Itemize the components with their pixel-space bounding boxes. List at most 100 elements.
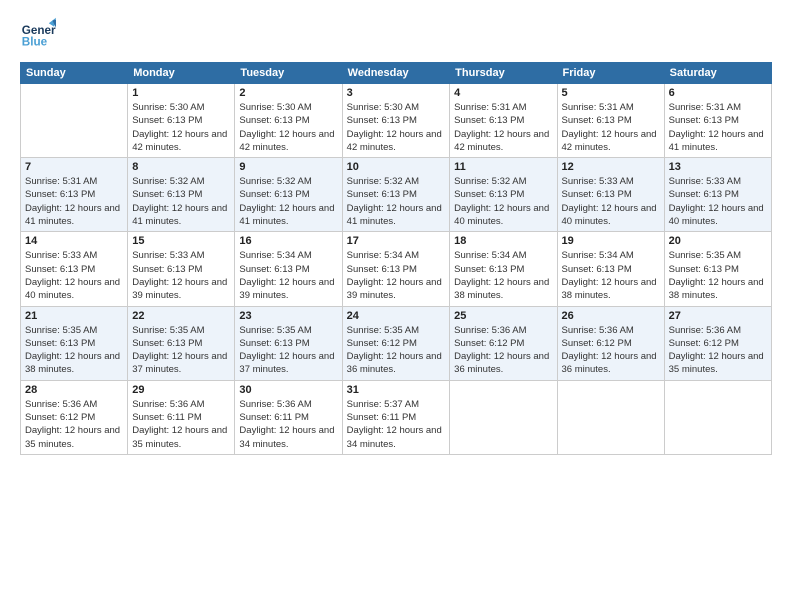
calendar-cell: 9Sunrise: 5:32 AM Sunset: 6:13 PM Daylig… [235, 158, 342, 232]
calendar-cell: 10 Sunrise: 5:32 AM Sunset: 6:13 PM Dayli… [342, 158, 450, 232]
day-number: 31 [347, 384, 446, 396]
day-detail: Sunrise: 5:34 AM Sunset: 6:13 PM Dayligh… [239, 249, 337, 302]
day-detail: Sunrise: 5:31 AM Sunset: 6:13 PM Dayligh… [454, 101, 552, 154]
day-number: 24 [347, 310, 446, 322]
calendar-cell: 4 Sunrise: 5:31 AM Sunset: 6:13 PM Daylig… [450, 84, 557, 158]
day-number: 4 [454, 87, 552, 99]
calendar-cell: 17 Sunrise: 5:34 AM Sunset: 6:13 PM Dayli… [342, 232, 450, 306]
day-number: 14 [25, 235, 123, 247]
calendar-cell: 7 Sunrise: 5:31 AM Sunset: 6:13 PM Daylig… [21, 158, 128, 232]
weekday-header-tuesday: Tuesday [235, 63, 342, 84]
logo-icon: General Blue [20, 16, 56, 52]
calendar-cell: 20 Sunrise: 5:35 AM Sunset: 6:13 PM Dayli… [664, 232, 771, 306]
calendar-cell: 29 Sunrise: 5:36 AM Sunset: 6:11 PM Dayli… [128, 380, 235, 454]
day-detail: Sunrise: 5:36 AM Sunset: 6:11 PM Dayligh… [132, 398, 230, 451]
day-detail: Sunrise: 5:30 AM Sunset: 6:13 PM Dayligh… [132, 101, 230, 154]
calendar-cell: 14 Sunrise: 5:33 AM Sunset: 6:13 PM Dayli… [21, 232, 128, 306]
day-detail: Sunrise: 5:32 AM Sunset: 6:13 PM Dayligh… [347, 175, 446, 228]
day-detail: Sunrise: 5:36 AM Sunset: 6:12 PM Dayligh… [25, 398, 123, 451]
day-number: 29 [132, 384, 230, 396]
day-detail: Sunrise: 5:33 AM Sunset: 6:13 PM Dayligh… [562, 175, 660, 228]
day-detail: Sunrise: 5:35 AM Sunset: 6:13 PM Dayligh… [25, 324, 123, 377]
weekday-header-row: SundayMondayTuesdayWednesdayThursdayFrid… [21, 63, 772, 84]
weekday-header-friday: Friday [557, 63, 664, 84]
calendar-cell: 26 Sunrise: 5:36 AM Sunset: 6:12 PM Dayli… [557, 306, 664, 380]
day-detail: Sunrise: 5:36 AM Sunset: 6:11 PM Dayligh… [239, 398, 337, 451]
day-number: 26 [562, 310, 660, 322]
svg-text:Blue: Blue [22, 36, 48, 49]
day-detail: Sunrise: 5:32 AM Sunset: 6:13 PM Dayligh… [454, 175, 552, 228]
calendar-cell: 16 Sunrise: 5:34 AM Sunset: 6:13 PM Dayli… [235, 232, 342, 306]
day-detail: Sunrise: 5:30 AM Sunset: 6:13 PM Dayligh… [347, 101, 446, 154]
calendar-cell: 28 Sunrise: 5:36 AM Sunset: 6:12 PM Dayli… [21, 380, 128, 454]
page-header: General Blue [20, 16, 772, 52]
day-detail: Sunrise: 5:37 AM Sunset: 6:11 PM Dayligh… [347, 398, 446, 451]
calendar-week-row: 14 Sunrise: 5:33 AM Sunset: 6:13 PM Dayli… [21, 232, 772, 306]
calendar-week-row: 28 Sunrise: 5:36 AM Sunset: 6:12 PM Dayli… [21, 380, 772, 454]
day-number: 12 [562, 161, 660, 173]
day-number: 19 [562, 235, 660, 247]
day-detail: Sunrise: 5:34 AM Sunset: 6:13 PM Dayligh… [562, 249, 660, 302]
calendar-table: SundayMondayTuesdayWednesdayThursdayFrid… [20, 62, 772, 455]
day-detail: Sunrise: 5:31 AM Sunset: 6:13 PM Dayligh… [562, 101, 660, 154]
day-number: 2 [239, 87, 337, 99]
calendar-cell: 12 Sunrise: 5:33 AM Sunset: 6:13 PM Dayli… [557, 158, 664, 232]
calendar-cell: 23Sunrise: 5:35 AM Sunset: 6:13 PM Dayli… [235, 306, 342, 380]
day-number: 27 [669, 310, 767, 322]
day-number: 3 [347, 87, 446, 99]
day-detail: Sunrise: 5:36 AM Sunset: 6:12 PM Dayligh… [562, 324, 660, 377]
day-number: 10 [347, 161, 446, 173]
weekday-header-wednesday: Wednesday [342, 63, 450, 84]
day-detail: Sunrise: 5:33 AM Sunset: 6:13 PM Dayligh… [25, 249, 123, 302]
calendar-cell: 18 Sunrise: 5:34 AM Sunset: 6:13 PM Dayli… [450, 232, 557, 306]
calendar-cell: 2 Sunrise: 5:30 AM Sunset: 6:13 PM Daylig… [235, 84, 342, 158]
day-detail: Sunrise: 5:31 AM Sunset: 6:13 PM Dayligh… [25, 175, 123, 228]
calendar-cell: 8Sunrise: 5:32 AM Sunset: 6:13 PM Daylig… [128, 158, 235, 232]
day-number: 17 [347, 235, 446, 247]
day-number: 5 [562, 87, 660, 99]
day-number: 7 [25, 161, 123, 173]
day-detail: Sunrise: 5:36 AM Sunset: 6:12 PM Dayligh… [669, 324, 767, 377]
day-detail: Sunrise: 5:35 AM Sunset: 6:13 PM Dayligh… [132, 324, 230, 377]
day-number: 1 [132, 87, 230, 99]
calendar-cell: 15Sunrise: 5:33 AM Sunset: 6:13 PM Dayli… [128, 232, 235, 306]
day-number: 16 [239, 235, 337, 247]
day-detail: Sunrise: 5:35 AM Sunset: 6:13 PM Dayligh… [669, 249, 767, 302]
calendar-cell [664, 380, 771, 454]
calendar-week-row: 7 Sunrise: 5:31 AM Sunset: 6:13 PM Daylig… [21, 158, 772, 232]
day-detail: Sunrise: 5:31 AM Sunset: 6:13 PM Dayligh… [669, 101, 767, 154]
calendar-cell: 22 Sunrise: 5:35 AM Sunset: 6:13 PM Dayli… [128, 306, 235, 380]
calendar-cell [450, 380, 557, 454]
calendar-cell [557, 380, 664, 454]
day-number: 13 [669, 161, 767, 173]
day-number: 11 [454, 161, 552, 173]
calendar-week-row: 1 Sunrise: 5:30 AM Sunset: 6:13 PM Daylig… [21, 84, 772, 158]
calendar-cell [21, 84, 128, 158]
calendar-cell: 6 Sunrise: 5:31 AM Sunset: 6:13 PM Daylig… [664, 84, 771, 158]
day-number: 20 [669, 235, 767, 247]
calendar-week-row: 21 Sunrise: 5:35 AM Sunset: 6:13 PM Dayli… [21, 306, 772, 380]
calendar-cell: 24Sunrise: 5:35 AM Sunset: 6:12 PM Dayli… [342, 306, 450, 380]
calendar-cell: 11 Sunrise: 5:32 AM Sunset: 6:13 PM Dayli… [450, 158, 557, 232]
calendar-cell: 21 Sunrise: 5:35 AM Sunset: 6:13 PM Dayli… [21, 306, 128, 380]
day-detail: Sunrise: 5:32 AM Sunset: 6:13 PM Dayligh… [239, 175, 337, 228]
day-number: 18 [454, 235, 552, 247]
calendar-cell: 13Sunrise: 5:33 AM Sunset: 6:13 PM Dayli… [664, 158, 771, 232]
day-detail: Sunrise: 5:32 AM Sunset: 6:13 PM Dayligh… [132, 175, 230, 228]
weekday-header-saturday: Saturday [664, 63, 771, 84]
calendar-cell: 1 Sunrise: 5:30 AM Sunset: 6:13 PM Daylig… [128, 84, 235, 158]
day-number: 22 [132, 310, 230, 322]
calendar-cell: 30 Sunrise: 5:36 AM Sunset: 6:11 PM Dayli… [235, 380, 342, 454]
calendar-cell: 19 Sunrise: 5:34 AM Sunset: 6:13 PM Dayli… [557, 232, 664, 306]
day-detail: Sunrise: 5:34 AM Sunset: 6:13 PM Dayligh… [347, 249, 446, 302]
day-detail: Sunrise: 5:30 AM Sunset: 6:13 PM Dayligh… [239, 101, 337, 154]
day-detail: Sunrise: 5:34 AM Sunset: 6:13 PM Dayligh… [454, 249, 552, 302]
day-number: 21 [25, 310, 123, 322]
day-detail: Sunrise: 5:33 AM Sunset: 6:13 PM Dayligh… [132, 249, 230, 302]
day-number: 30 [239, 384, 337, 396]
day-number: 28 [25, 384, 123, 396]
day-detail: Sunrise: 5:36 AM Sunset: 6:12 PM Dayligh… [454, 324, 552, 377]
day-number: 6 [669, 87, 767, 99]
day-detail: Sunrise: 5:35 AM Sunset: 6:13 PM Dayligh… [239, 324, 337, 377]
weekday-header-thursday: Thursday [450, 63, 557, 84]
